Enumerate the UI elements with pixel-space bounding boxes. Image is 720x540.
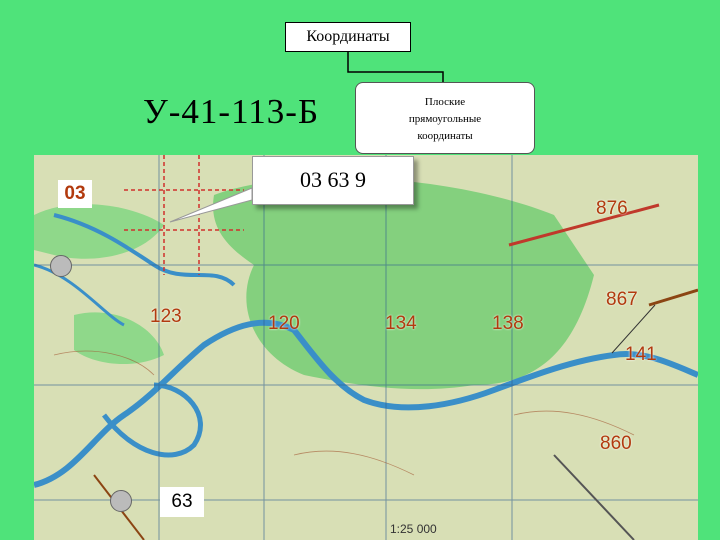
label-123: 123 [150,306,182,327]
marker-circle-bottom [110,490,132,512]
label-867: 867 [606,289,638,310]
label-860: 860 [600,433,632,454]
label-138: 138 [492,313,524,334]
label-876: 876 [596,198,628,219]
callout-pointer [169,187,656,354]
label-03: 03 [58,180,92,208]
map-scale: 1:25 000 [390,522,437,536]
marker-circle-left [50,255,72,277]
label-134: 134 [385,313,417,334]
coordinate-callout: 03 63 9 [252,156,414,205]
label-63: 63 [160,487,204,517]
label-120: 120 [268,313,300,334]
label-141: 141 [625,344,657,365]
